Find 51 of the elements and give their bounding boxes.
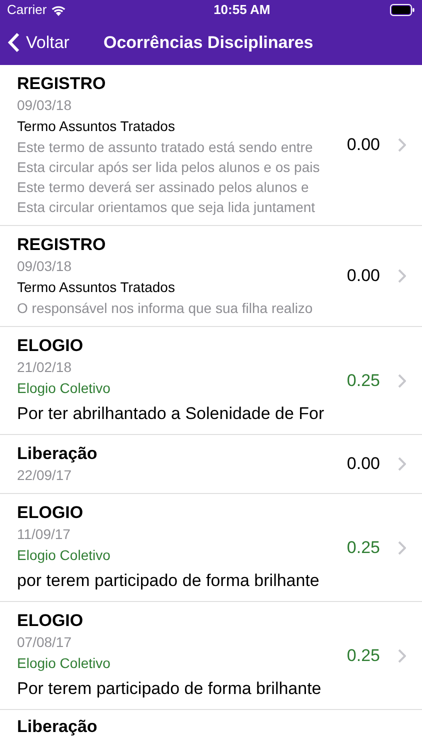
list-row[interactable]: ELOGIO 07/08/17 Elogio Coletivo Por terem participado de forma brilhante 0.25 xyxy=(0,602,422,710)
chevron-right-icon xyxy=(398,648,406,662)
row-description: Por terem participado de forma brilhante xyxy=(17,678,322,700)
list-row[interactable]: Liberação 22/09/17 0.00 xyxy=(0,435,422,494)
back-button[interactable]: Voltar xyxy=(8,30,70,56)
row-date: 22/09/17 xyxy=(17,466,72,485)
chevron-right-icon xyxy=(398,138,406,152)
row-title: REGISTRO xyxy=(17,73,107,95)
wifi-icon xyxy=(50,4,66,16)
row-title: ELOGIO xyxy=(17,502,84,524)
battery-icon xyxy=(390,4,415,16)
clock-time: 10:55 AM xyxy=(214,1,270,20)
list-row[interactable]: REGISTRO 09/03/18 Termo Assuntos Tratados O responsável nos informa que sua filha realizo 0.00 xyxy=(0,226,422,327)
row-date: 11/09/17 xyxy=(17,525,72,544)
row-title: REGISTRO xyxy=(17,234,107,256)
row-score: 0.25 xyxy=(346,370,380,392)
chevron-right-icon xyxy=(398,540,406,554)
row-description: Este termo deverá ser assinado pelos alunos e xyxy=(17,178,310,197)
back-chevron-icon xyxy=(8,32,20,53)
chevron-right-icon xyxy=(398,269,406,283)
row-score: 0.25 xyxy=(346,536,380,559)
row-subtitle: Elogio Coletivo xyxy=(17,654,112,673)
row-date: 09/03/18 xyxy=(17,96,72,115)
row-subtitle: Termo Assuntos Tratados xyxy=(17,278,176,297)
row-description: Este termo de assunto tratado está sendo entre xyxy=(17,138,314,157)
list-row[interactable]: Liberação xyxy=(0,710,422,738)
row-title: ELOGIO xyxy=(17,610,84,632)
row-subtitle: Elogio Coletivo xyxy=(17,546,112,565)
row-description: Esta circular após ser lida pelos alunos e os pais xyxy=(17,158,321,177)
row-description: Esta circular orientamos que seja lida juntament xyxy=(17,198,316,217)
chevron-right-icon xyxy=(398,374,406,388)
row-description: por terem participado de forma brilhante xyxy=(17,570,320,592)
screen-title: Ocorrências Disciplinares xyxy=(103,32,314,54)
row-date: 07/08/17 xyxy=(17,633,72,652)
row-score: 0.00 xyxy=(346,265,380,288)
list-row[interactable]: ELOGIO 11/09/17 Elogio Coletivo por terem participado de forma brilhante 0.25 xyxy=(0,494,422,602)
row-score: 0.00 xyxy=(346,453,380,476)
row-description: O responsável nos informa que sua filha realizo xyxy=(17,299,314,318)
row-score: 0.25 xyxy=(346,644,380,667)
row-date: 21/02/18 xyxy=(17,358,72,377)
list-row[interactable]: ELOGIO 21/02/18 Elogio Coletivo Por ter abrilhantado a Solenidade de For 0.25 xyxy=(0,327,422,435)
row-title: ELOGIO xyxy=(17,335,84,357)
row-title: Liberação xyxy=(17,443,98,465)
row-score: 0.00 xyxy=(346,134,380,156)
chevron-right-icon xyxy=(398,457,406,471)
row-description: Por ter abrilhantado a Solenidade de For xyxy=(17,403,326,425)
row-subtitle: Termo Assuntos Tratados xyxy=(17,117,176,136)
carrier-label: Carrier xyxy=(7,1,47,20)
row-date: 09/03/18 xyxy=(17,257,72,276)
row-subtitle: Elogio Coletivo xyxy=(17,379,112,398)
row-title: Liberação xyxy=(17,716,98,738)
